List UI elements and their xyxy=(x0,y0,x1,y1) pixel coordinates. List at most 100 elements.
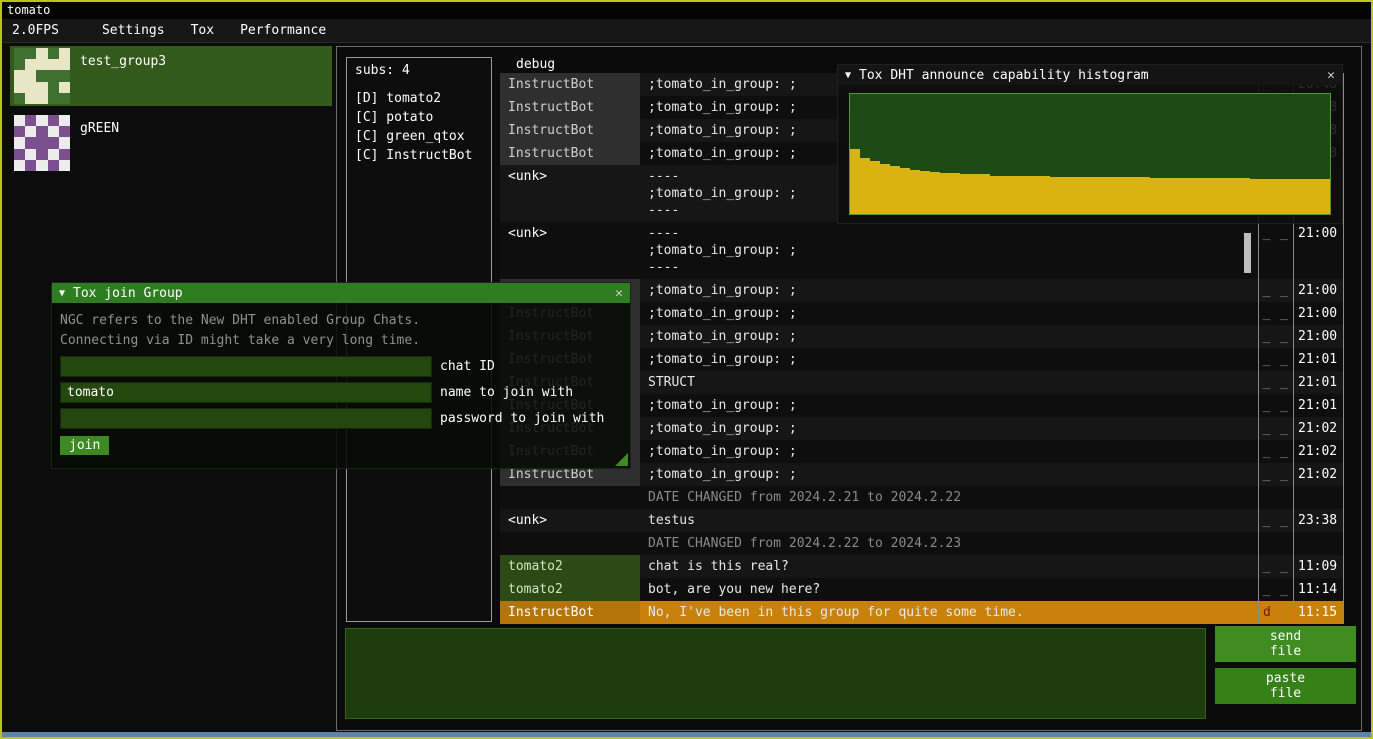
join-field-row: password to join with xyxy=(60,408,622,429)
subs-item[interactable]: [C] potato xyxy=(347,108,491,127)
histogram-bar xyxy=(1030,176,1040,214)
message-text: ;tomato_in_group: ; xyxy=(640,348,1258,371)
chat-message-row[interactable]: DATE CHANGED from 2024.2.21 to 2024.2.22 xyxy=(500,486,1343,509)
histogram-titlebar: ▼ Tox DHT announce capability histogram … xyxy=(838,65,1342,85)
subs-item[interactable]: [C] green_qtox xyxy=(347,127,491,146)
chat-message-row[interactable]: <unk>----;tomato_in_group: ;----_ _21:00 xyxy=(500,222,1343,279)
join-titlebar: ▼ Tox join Group ✕ xyxy=(52,283,630,303)
message-flags: _ _ xyxy=(1258,555,1293,578)
resize-grip-icon[interactable] xyxy=(615,453,628,466)
join-field-row: name to join with xyxy=(60,382,622,403)
field-label: chat ID xyxy=(440,359,495,374)
message-timestamp: 21:02 xyxy=(1293,417,1343,440)
menu-item-tox[interactable]: Tox xyxy=(178,23,227,38)
group-avatar xyxy=(14,48,70,104)
titlebar: tomato xyxy=(2,2,1371,19)
histogram-bar xyxy=(1310,179,1320,214)
histogram-bar xyxy=(870,161,880,214)
histogram-bar xyxy=(1100,177,1110,214)
group-item-test_group3[interactable]: test_group3 xyxy=(10,46,332,106)
chat-message-row[interactable]: tomato2chat is this real?_ _11:09 xyxy=(500,555,1343,578)
chat-message-row[interactable]: <unk>testus_ _23:38 xyxy=(500,509,1343,532)
close-icon[interactable]: ✕ xyxy=(615,286,623,301)
message-input[interactable] xyxy=(345,628,1206,719)
message-flags: _ _ xyxy=(1258,394,1293,417)
histogram-bar xyxy=(880,164,890,214)
join-window-title: Tox join Group xyxy=(73,286,183,301)
histogram-bar xyxy=(1240,178,1250,214)
join-description-line: Connecting via ID might take a very long… xyxy=(60,331,622,351)
chat-scrollbar-thumb[interactable] xyxy=(1244,233,1251,273)
message-timestamp: 21:01 xyxy=(1293,394,1343,417)
window-title: tomato xyxy=(7,3,50,17)
send-file-button[interactable]: send file xyxy=(1215,626,1356,662)
subs-header: subs: 4 xyxy=(347,58,491,83)
message-timestamp xyxy=(1293,532,1343,555)
message-text: bot, are you new here? xyxy=(640,578,1258,601)
message-text: ;tomato_in_group: ; xyxy=(640,325,1258,348)
message-flags: _ _ xyxy=(1258,279,1293,302)
group-avatar xyxy=(14,115,70,171)
message-author: InstructBot xyxy=(500,142,640,165)
subs-item[interactable]: [C] InstructBot xyxy=(347,146,491,165)
collapse-arrow-icon[interactable]: ▼ xyxy=(59,288,65,299)
field-label: password to join with xyxy=(440,411,604,426)
chat-message-row[interactable]: tomato2bot, are you new here?_ _11:14 xyxy=(500,578,1343,601)
histogram-bar xyxy=(1070,177,1080,214)
message-author: <unk> xyxy=(500,509,640,532)
histogram-bar xyxy=(1140,177,1150,214)
join-description-line: NGC refers to the New DHT enabled Group … xyxy=(60,311,622,331)
message-flags: _ _ xyxy=(1258,371,1293,394)
message-text: testus xyxy=(640,509,1258,532)
message-flags xyxy=(1258,486,1293,509)
menubar: 2.0FPS SettingsToxPerformance xyxy=(2,19,1371,43)
histogram-bar xyxy=(910,170,920,214)
chat-id-input[interactable] xyxy=(60,356,432,377)
message-author: tomato2 xyxy=(500,555,640,578)
histogram-bar xyxy=(1250,179,1260,214)
message-timestamp: 23:38 xyxy=(1293,509,1343,532)
message-timestamp: 11:14 xyxy=(1293,578,1343,601)
histogram-bar xyxy=(1000,176,1010,214)
message-author: InstructBot xyxy=(500,96,640,119)
group-item-gREEN[interactable]: gREEN xyxy=(10,113,332,173)
histogram-bar xyxy=(1270,179,1280,214)
histogram-bar xyxy=(1060,177,1070,214)
histogram-bar xyxy=(900,168,910,214)
subs-item[interactable]: [D] tomato2 xyxy=(347,89,491,108)
password-to-join-with-input[interactable] xyxy=(60,408,432,429)
group-name: gREEN xyxy=(80,113,119,173)
join-group-window: ▼ Tox join Group ✕ NGC refers to the New… xyxy=(51,282,631,469)
join-button[interactable]: join xyxy=(60,436,109,455)
histogram-bar xyxy=(860,158,870,214)
tab-debug[interactable]: debug xyxy=(516,57,555,72)
message-author xyxy=(500,532,640,555)
paste-file-button[interactable]: paste file xyxy=(1215,668,1356,704)
histogram-bar xyxy=(1190,178,1200,214)
app-window: tomato 2.0FPS SettingsToxPerformance tes… xyxy=(0,0,1373,739)
menu-item-settings[interactable]: Settings xyxy=(89,23,178,38)
chat-message-row[interactable]: InstructBotNo, I've been in this group f… xyxy=(500,601,1343,624)
histogram-bar xyxy=(1050,177,1060,214)
histogram-bar xyxy=(1230,178,1240,214)
name-to-join-with-input[interactable] xyxy=(60,382,432,403)
message-text: No, I've been in this group for quite so… xyxy=(640,601,1258,624)
histogram-bar xyxy=(940,173,950,214)
message-text: ;tomato_in_group: ; xyxy=(640,463,1258,486)
field-label: name to join with xyxy=(440,385,573,400)
histogram-bar xyxy=(1160,178,1170,214)
message-author: InstructBot xyxy=(500,601,640,624)
group-list: test_group3 gREEN xyxy=(10,46,332,180)
histogram-bar xyxy=(980,174,990,214)
close-icon[interactable]: ✕ xyxy=(1327,68,1335,83)
menu-item-performance[interactable]: Performance xyxy=(227,23,339,38)
histogram-bar xyxy=(890,166,900,214)
chat-message-row[interactable]: DATE CHANGED from 2024.2.22 to 2024.2.23 xyxy=(500,532,1343,555)
message-timestamp: 21:02 xyxy=(1293,440,1343,463)
message-flags: _ _ xyxy=(1258,578,1293,601)
join-field-row: chat ID xyxy=(60,356,622,377)
collapse-arrow-icon[interactable]: ▼ xyxy=(845,70,851,81)
message-flags xyxy=(1258,532,1293,555)
message-timestamp: 21:00 xyxy=(1293,302,1343,325)
message-timestamp: 21:00 xyxy=(1293,279,1343,302)
